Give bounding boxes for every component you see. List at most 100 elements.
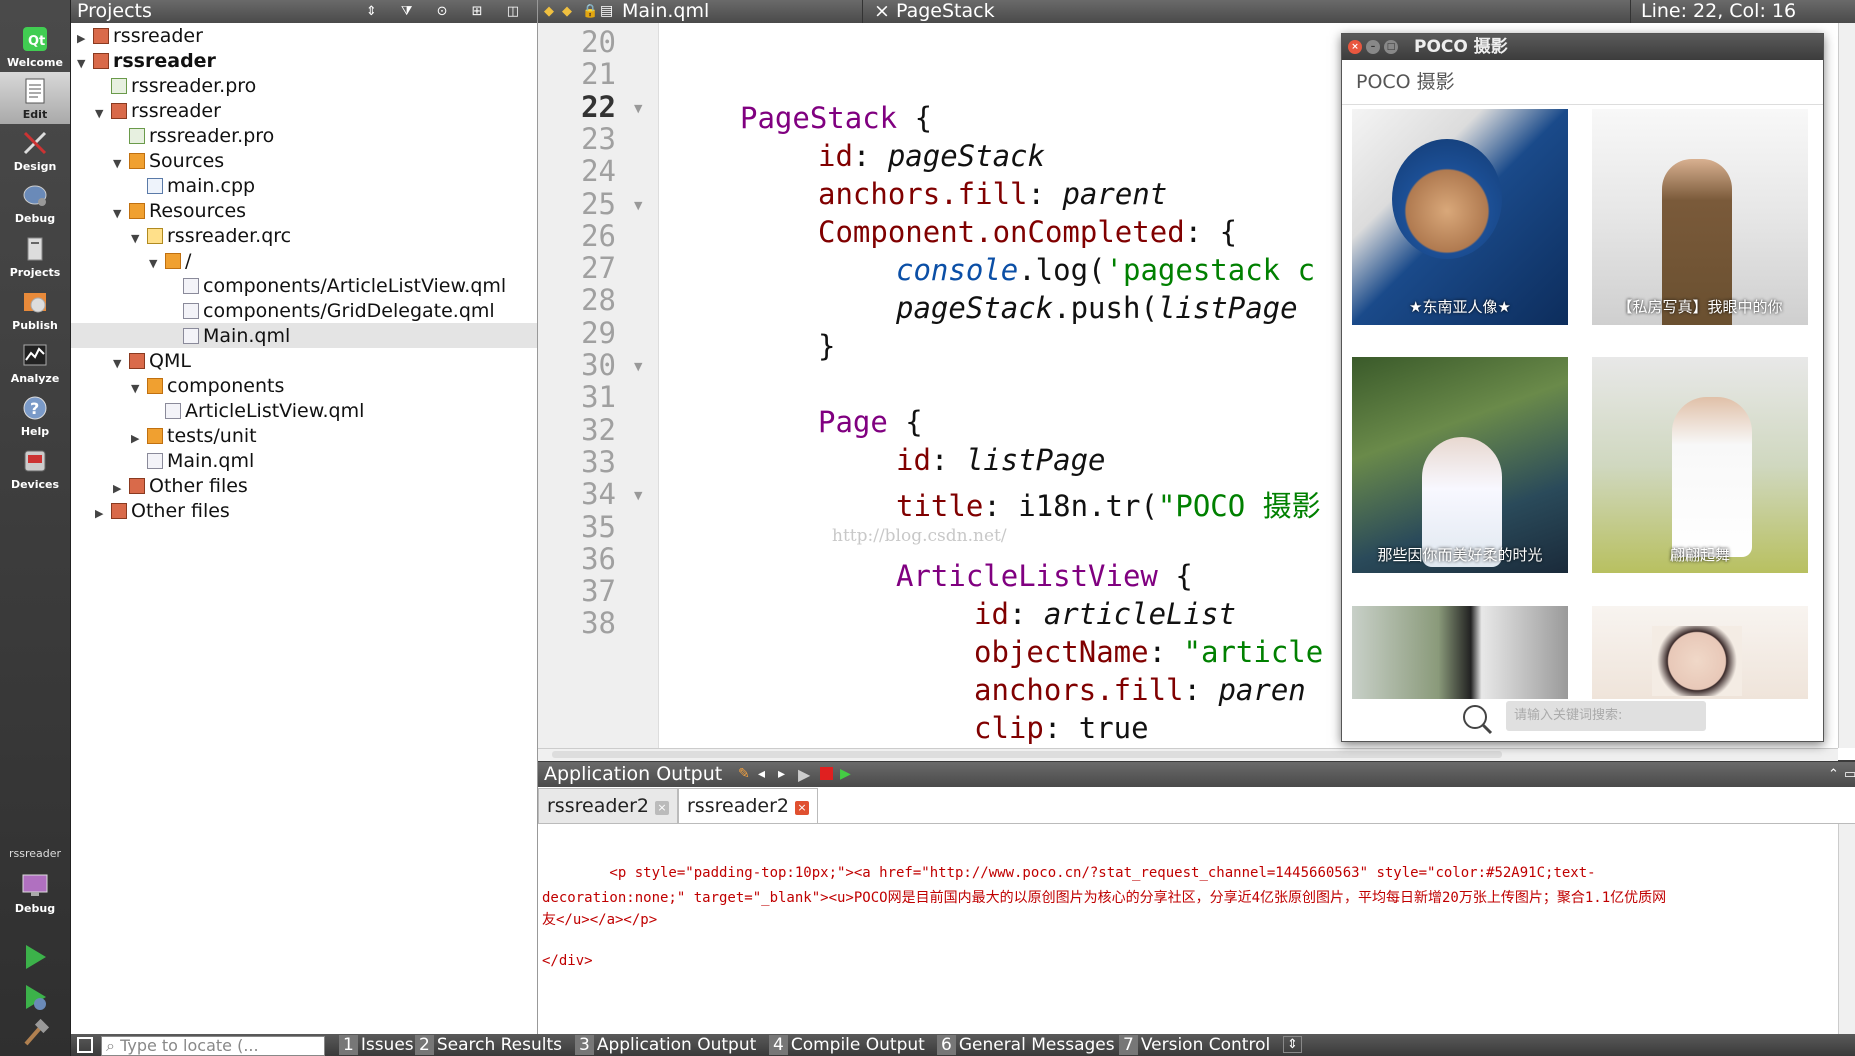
tree-item[interactable]: ArticleListView.qml [149,399,364,424]
tree-item[interactable]: rssreader.pro [95,74,256,99]
close-file-icon[interactable]: × [874,0,890,23]
photo-tile[interactable]: 【私房写真】我眼中的你 [1592,109,1808,325]
tree-item-label: rssreader [113,25,203,47]
selected-row-highlight [71,323,537,348]
run-button[interactable] [18,940,52,974]
nav-back-icon[interactable]: ◆ [544,0,554,23]
debug-run-button[interactable] [18,980,52,1014]
collapsed-arrow-icon[interactable]: ▶ [131,426,147,451]
tree-item[interactable]: ▼ rssreader [95,99,221,124]
file-selector[interactable]: Main.qml [622,0,863,23]
mode-welcome[interactable]: Qt Welcome [0,20,70,72]
expanded-arrow-icon[interactable]: ▼ [95,101,111,126]
photo-tile[interactable]: 那些因你而美好柔的时光 [1352,357,1568,573]
tree-item[interactable]: rssreader.pro [113,124,274,149]
pane-button-general-messages[interactable]: 6 General Messages [937,1035,1115,1055]
qml-file-icon [183,303,199,319]
target-selector[interactable]: Debug [0,866,70,918]
toggle-sidebar-icon[interactable] [77,1037,93,1053]
search-input[interactable]: 请输入关键词搜索: [1506,701,1706,731]
photo-tile[interactable]: 翩翩起舞 [1592,357,1808,573]
mode-projects[interactable]: Projects [0,230,70,282]
nav-forward-icon[interactable]: ◆ [562,0,572,23]
mode-devices[interactable]: Devices [0,442,70,494]
close-tab-icon[interactable]: × [795,801,809,815]
tree-item[interactable]: ▶ Other files [95,499,230,524]
projects-toolbar-icons[interactable]: ⇕ ⧩ ⊙ ⊞ ◫ [366,0,529,23]
locator-input[interactable]: ⌕ Type to locate (... [101,1036,325,1056]
output-scrollbar[interactable] [1838,824,1855,1034]
collapsed-arrow-icon[interactable]: ▶ [113,476,129,501]
photo-tile[interactable]: ★东南亚人像★ [1352,109,1568,325]
next-icon[interactable]: ▸ [778,762,785,787]
mode-publish[interactable]: Publish [0,283,70,335]
tree-item[interactable]: main.cpp [131,174,255,199]
editor-vertical-scrollbar[interactable] [1838,23,1855,748]
output-tab[interactable]: rssreader2 × [538,788,678,824]
rerun-icon[interactable]: ▶ [798,762,810,787]
mode-design[interactable]: Design [0,124,70,176]
tree-item[interactable]: ▼ Sources [113,149,224,174]
monitor-icon [22,874,48,896]
hammer-icon [24,1018,50,1046]
tree-item[interactable]: ▼ rssreader.qrc [131,224,291,249]
photo-tile[interactable] [1352,606,1568,699]
maximize-window-icon[interactable]: □ [1384,40,1398,54]
code-line-31: id: listPage [896,443,1106,477]
maximize-pane-icon[interactable]: ⌃ [1828,762,1839,787]
prev-icon[interactable]: ◂ [758,762,765,787]
tree-item[interactable]: ▼ rssreader [77,49,216,74]
expanded-arrow-icon[interactable]: ▼ [113,351,129,376]
pane-button-issues[interactable]: 1 Issues [339,1035,414,1055]
minimize-window-icon[interactable]: – [1366,40,1380,54]
horizontal-scroll-thumb[interactable] [552,751,1502,758]
mode-debug[interactable]: Debug [0,176,70,228]
mode-help[interactable]: ? Help [0,389,70,441]
status-bar: ⌕ Type to locate (... 1 Issues 2 Search Re… [71,1034,1855,1056]
tree-item[interactable]: components/GridDelegate.qml [167,299,495,324]
tree-item[interactable]: ▶ Other files [113,474,248,499]
pane-button-compile-output[interactable]: 4 Compile Output [769,1035,925,1055]
editor-horizontal-scrollbar[interactable] [538,748,1838,761]
tree-item-label: Sources [149,150,225,172]
search-icon: ⌕ [106,1036,115,1055]
poco-window-title: POCO 摄影 [1414,37,1508,57]
photo-tile[interactable] [1592,606,1808,699]
pane-button-version-control[interactable]: 7 Version Control [1119,1035,1270,1055]
build-button[interactable] [18,1016,52,1050]
expanded-arrow-icon[interactable]: ▼ [113,151,129,176]
tree-item-label: ArticleListView.qml [185,400,365,422]
tree-item[interactable]: ▼ Resources [113,199,246,224]
stop-icon[interactable] [820,767,833,780]
tree-item[interactable]: ▶ rssreader [77,24,203,49]
tree-item[interactable]: Main.qml [131,449,254,474]
pane-button-application-output[interactable]: 3 Application Output [575,1035,756,1055]
collapsed-arrow-icon[interactable]: ▶ [95,501,111,526]
debug-attach-icon[interactable]: ▶ [840,762,851,787]
tree-item[interactable]: ▶ tests/unit [131,424,257,449]
tree-item[interactable]: components/ArticleListView.qml [167,274,506,299]
close-pane-icon[interactable]: ▭ [1844,762,1855,787]
attach-icon[interactable]: ✎ [738,762,750,787]
pane-button-search-results[interactable]: 2 Search Results [415,1035,562,1055]
close-tab-icon[interactable]: × [655,801,669,815]
tree-item[interactable]: ▼ QML [113,349,191,374]
more-panes-icon[interactable]: ⇕ [1283,1036,1302,1053]
tree-item[interactable]: Main.qml [167,324,290,349]
expanded-arrow-icon[interactable]: ▼ [149,251,165,276]
collapsed-arrow-icon[interactable]: ▶ [77,26,93,51]
output-tab[interactable]: rssreader2 × [678,788,818,824]
close-window-icon[interactable]: × [1348,40,1362,54]
mode-edit[interactable]: Edit [0,72,70,124]
tree-item[interactable]: ▼ / [149,249,191,274]
expanded-arrow-icon[interactable]: ▼ [113,201,129,226]
expanded-arrow-icon[interactable]: ▼ [131,376,147,401]
search-button[interactable] [1460,702,1494,736]
tree-item[interactable]: ▼ components [131,374,284,399]
output-line: <p style="padding-top:10px;"><a href="ht… [542,865,1596,881]
expanded-arrow-icon[interactable]: ▼ [77,51,93,76]
tree-item-label: components/GridDelegate.qml [203,300,495,322]
symbol-selector[interactable]: PageStack [896,0,1456,23]
expanded-arrow-icon[interactable]: ▼ [131,226,147,251]
mode-analyze[interactable]: Analyze [0,336,70,388]
